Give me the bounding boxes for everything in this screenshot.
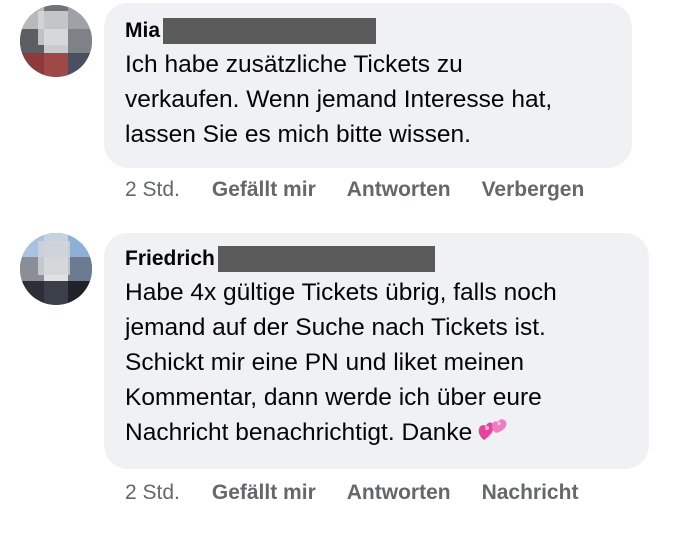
message-button[interactable]: Nachricht — [482, 481, 579, 505]
hide-button[interactable]: Verbergen — [482, 178, 585, 202]
comment-text: Ich habe zusätzliche Tickets zu verkaufe… — [125, 51, 553, 148]
reply-button[interactable]: Antworten — [347, 178, 451, 202]
comment-actions: 2 Std. Gefällt mir Antworten Nachricht — [125, 481, 578, 505]
comment-author[interactable]: Friedrich — [125, 246, 215, 272]
redaction-bar — [163, 18, 377, 44]
comment-actions: 2 Std. Gefällt mir Antworten Verbergen — [125, 178, 584, 202]
comment-text: Habe 4x gültige Tickets übrig, falls noc… — [125, 275, 649, 450]
comment-author[interactable]: Mia — [125, 18, 160, 44]
like-button[interactable]: Gefällt mir — [212, 178, 316, 202]
two-hearts-icon — [478, 416, 510, 444]
redaction-bar — [217, 246, 435, 272]
avatar[interactable] — [20, 5, 92, 77]
comment-time[interactable]: 2 Std. — [125, 481, 180, 505]
comment-bubble: Mia Ich habe zusätzliche Tickets zu verk… — [104, 3, 632, 168]
like-button[interactable]: Gefällt mir — [212, 481, 316, 505]
comment-time[interactable]: 2 Std. — [125, 178, 180, 202]
comment-bubble: Friedrich Habe 4x gültige Tickets übrig,… — [104, 233, 649, 469]
reply-button[interactable]: Antworten — [347, 481, 451, 505]
avatar[interactable] — [20, 233, 92, 305]
